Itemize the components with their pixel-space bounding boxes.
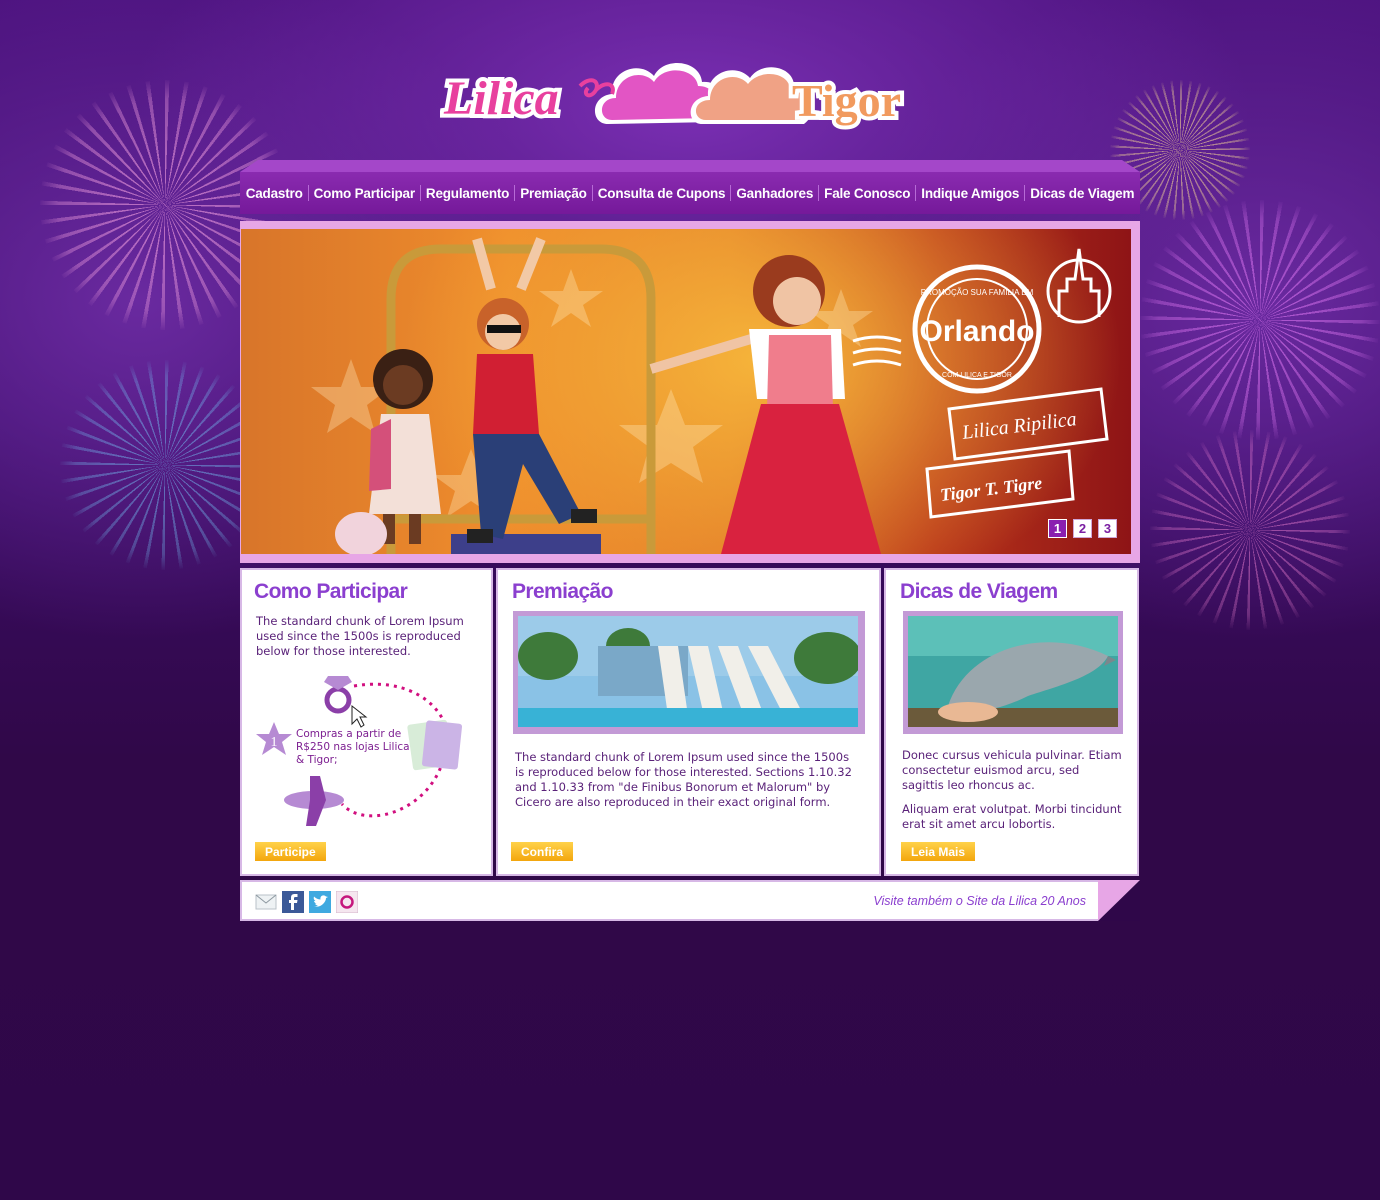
premiacao-panel: Premiação The standard chunk of Lorem Ip… xyxy=(496,568,881,876)
water-park-photo[interactable] xyxy=(518,616,860,729)
participe-button[interactable]: Participe xyxy=(255,842,326,861)
orlando-stamp: PROMOÇÃO SUA FAMÍLIA EM Orlando COM LILI… xyxy=(852,264,1042,394)
boy-figure xyxy=(467,237,597,543)
nav-item-ganhadores[interactable]: Ganhadores xyxy=(731,186,818,201)
logo-tigor-text: Tigor xyxy=(792,75,901,126)
bow-icon xyxy=(578,78,615,98)
castle-icon xyxy=(1046,248,1112,324)
pager-button-3[interactable]: 3 xyxy=(1098,519,1117,538)
nav-item-premiacao[interactable]: Premiação xyxy=(515,186,592,201)
dicas-text-1: Donec cursus vehicula pulvinar. Etiam co… xyxy=(902,748,1122,792)
footer-bar: Visite também o Site da Lilica 20 Anos xyxy=(240,880,1140,921)
premiacao-photo-frame xyxy=(513,611,865,734)
banner-pager: 1 2 3 xyxy=(1048,519,1117,538)
main-navigation: Cadastro Como Participar Regulamento Pre… xyxy=(240,160,1140,216)
stamp-bottom-text: COM LILICA E TIGOR xyxy=(942,372,1012,379)
dicas-photo-frame xyxy=(903,611,1123,734)
logo-lilica-text: Lilica xyxy=(443,72,559,125)
lilica-tigor-logo[interactable]: Lilica Lilica Tigor Tigor xyxy=(440,36,920,136)
dicas-de-viagem-panel: Dicas de Viagem Donec cursus vehicula pu… xyxy=(884,568,1139,876)
social-links xyxy=(254,890,358,913)
como-participar-text: The standard chunk of Lorem Ipsum used s… xyxy=(256,614,464,658)
nav-item-fale-conosco[interactable]: Fale Conosco xyxy=(819,186,915,201)
orkut-icon[interactable] xyxy=(335,890,358,913)
premiacao-title: Premiação xyxy=(512,580,613,603)
dicas-title: Dicas de Viagem xyxy=(900,580,1058,603)
tigor-tag-text: Tigor T. Tigre xyxy=(939,473,1043,505)
nav-item-consulta-de-cupons[interactable]: Consulta de Cupons xyxy=(593,186,731,201)
twitter-icon[interactable] xyxy=(308,890,331,913)
nav-item-regulamento[interactable]: Regulamento xyxy=(421,186,514,201)
leia-mais-button[interactable]: Leia Mais xyxy=(901,842,976,861)
stamp-top-text: PROMOÇÃO SUA FAMÍLIA EM xyxy=(921,288,1034,297)
dolphin-image xyxy=(908,616,1118,727)
step-1-text: Compras a partir de R$250 nas lojas Lili… xyxy=(296,728,410,766)
lilica-tag: Lilica Ripilica xyxy=(947,387,1109,461)
airplane-icon xyxy=(284,776,344,826)
ring-icon xyxy=(324,676,352,714)
como-participar-title: Como Participar xyxy=(254,580,408,603)
firework-decoration xyxy=(60,360,270,570)
woman-figure xyxy=(649,255,881,554)
nav-item-indique-amigos[interactable]: Indique Amigos xyxy=(916,186,1024,201)
como-participar-panel: Como Participar The standard chunk of Lo… xyxy=(240,568,493,876)
dolphin-photo[interactable] xyxy=(908,616,1118,729)
tigor-tag: Tigor T. Tigre xyxy=(925,449,1075,519)
hero-banner-frame: PROMOÇÃO SUA FAMÍLIA EM Orlando COM LILI… xyxy=(240,221,1140,563)
nav-item-como-participar[interactable]: Como Participar xyxy=(309,186,420,201)
facebook-icon[interactable] xyxy=(281,890,304,913)
lilica-20-anos-link[interactable]: Visite também o Site da Lilica 20 Anos xyxy=(873,894,1086,908)
mouse-cursor-icon xyxy=(351,704,368,728)
dicas-text-2: Aliquam erat volutpat. Morbi tincidunt e… xyxy=(902,802,1122,831)
nav-item-cadastro[interactable]: Cadastro xyxy=(241,186,308,201)
stamp-main-text: Orlando xyxy=(919,315,1034,348)
firework-decoration xyxy=(1140,200,1380,440)
step-number: 1 xyxy=(271,735,278,750)
hero-banner[interactable]: PROMOÇÃO SUA FAMÍLIA EM Orlando COM LILI… xyxy=(241,229,1131,554)
confira-button[interactable]: Confira xyxy=(511,842,573,861)
pager-button-1[interactable]: 1 xyxy=(1048,519,1067,538)
star-number-icon: 1 xyxy=(256,722,292,755)
page-curl-corner xyxy=(1098,880,1140,921)
banner-illustration: PROMOÇÃO SUA FAMÍLIA EM Orlando COM LILI… xyxy=(311,237,1112,554)
lilica-tag-text: Lilica Ripilica xyxy=(960,408,1078,444)
nav-top-edge xyxy=(240,160,1140,172)
firework-decoration xyxy=(1150,430,1350,630)
premiacao-text: The standard chunk of Lorem Ipsum used s… xyxy=(515,750,852,809)
email-icon[interactable] xyxy=(254,890,277,913)
nav-item-dicas-de-viagem[interactable]: Dicas de Viagem xyxy=(1025,186,1139,201)
water-park-image xyxy=(518,616,860,727)
pager-button-2[interactable]: 2 xyxy=(1073,519,1092,538)
